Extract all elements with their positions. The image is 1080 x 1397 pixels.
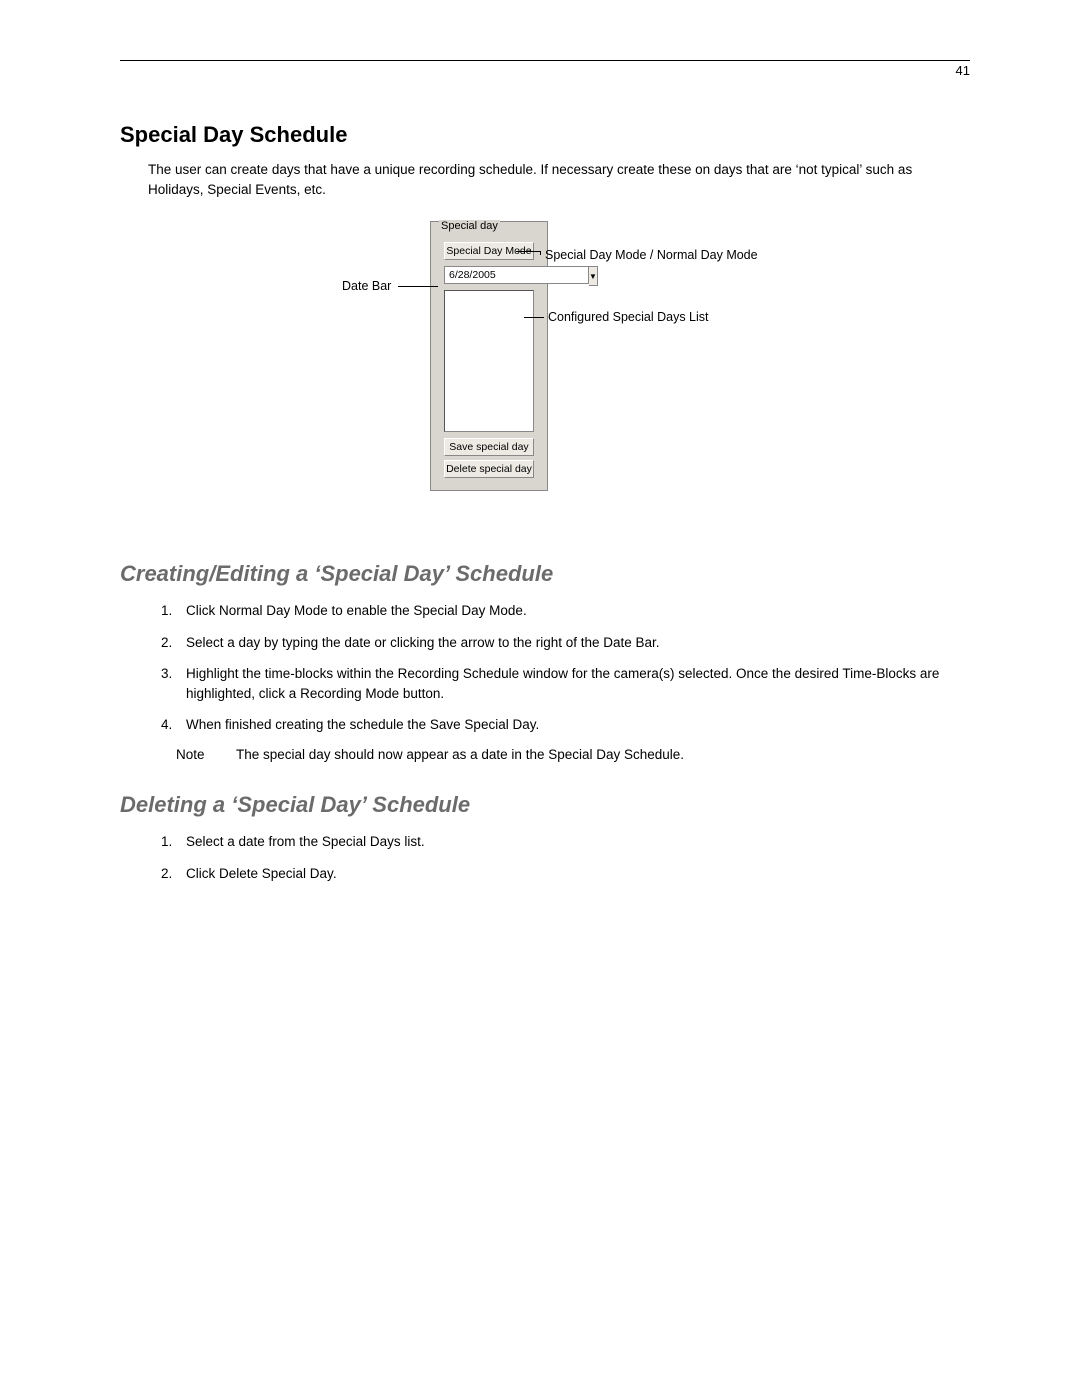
delete-steps-list: Select a date from the Special Days list… (154, 832, 970, 883)
list-item: Click Normal Day Mode to enable the Spec… (176, 601, 970, 621)
date-dropdown-button[interactable]: ▼ (589, 266, 598, 286)
callout-date-bar: Date Bar (342, 279, 391, 293)
callout-mode: Special Day Mode / Normal Day Mode (545, 248, 758, 262)
callout-list: Configured Special Days List (548, 310, 709, 324)
save-special-day-button[interactable]: Save special day (444, 438, 534, 456)
note-label: Note (176, 747, 236, 762)
create-steps-list: Click Normal Day Mode to enable the Spec… (154, 601, 970, 735)
note-row: Note The special day should now appear a… (176, 747, 970, 762)
date-bar: ▼ (444, 266, 534, 286)
section-heading-delete: Deleting a ‘Special Day’ Schedule (120, 792, 970, 818)
list-item: Click Delete Special Day. (176, 864, 970, 884)
chevron-down-icon: ▼ (589, 272, 597, 281)
date-input[interactable] (444, 266, 589, 284)
special-day-panel: Special day Special Day Mode ▼ Save spec… (430, 221, 548, 491)
list-item: Select a date from the Special Days list… (176, 832, 970, 852)
callout-line (398, 286, 438, 287)
page-title: Special Day Schedule (120, 122, 970, 148)
callout-line (540, 251, 541, 255)
intro-paragraph: The user can create days that have a uni… (148, 160, 970, 199)
list-item: Highlight the time-blocks within the Rec… (176, 664, 970, 703)
header-rule (120, 60, 970, 61)
note-text: The special day should now appear as a d… (236, 747, 684, 762)
special-day-panel-figure: Special day Special Day Mode ▼ Save spec… (120, 221, 970, 521)
callout-line (524, 317, 544, 318)
delete-special-day-button[interactable]: Delete special day (444, 460, 534, 478)
panel-groupbox-title: Special day (439, 220, 500, 232)
list-item: Select a day by typing the date or click… (176, 633, 970, 653)
section-heading-create: Creating/Editing a ‘Special Day’ Schedul… (120, 561, 970, 587)
callout-line (516, 251, 540, 252)
page-number: 41 (120, 63, 970, 78)
special-days-listbox[interactable] (444, 290, 534, 432)
list-item: When finished creating the schedule the … (176, 715, 970, 735)
